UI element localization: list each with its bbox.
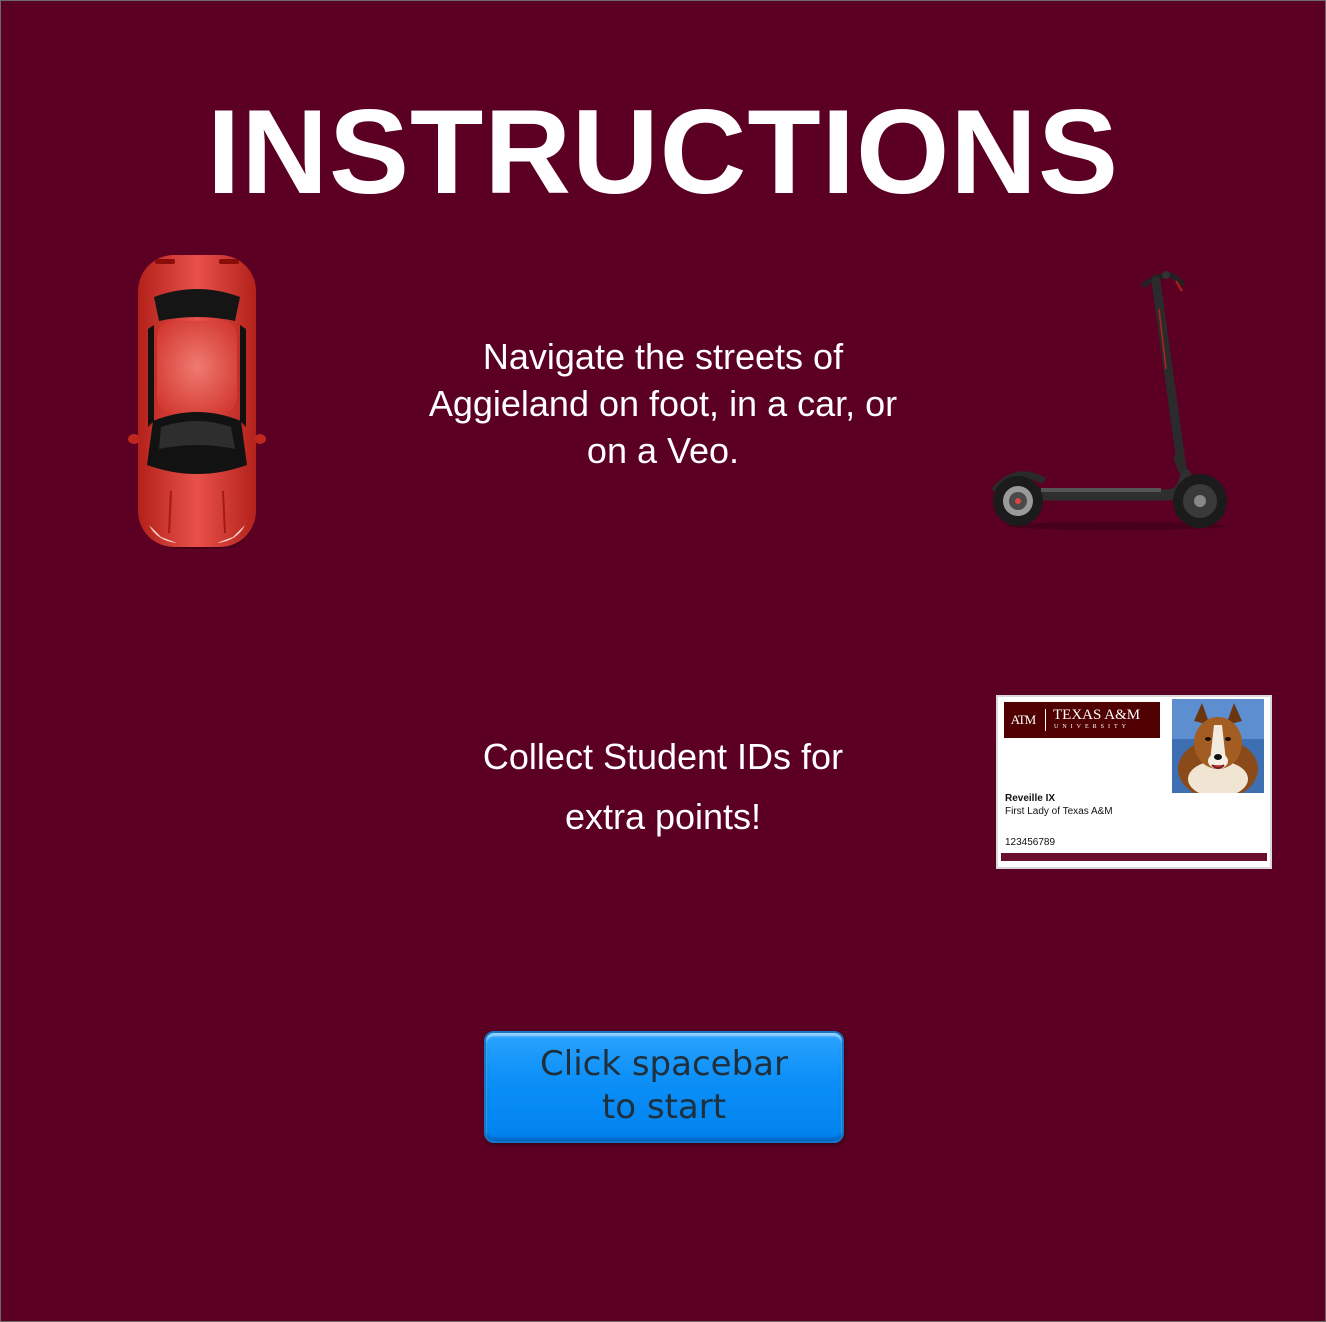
id-stripe	[1001, 853, 1267, 861]
page-title: INSTRUCTIONS	[207, 85, 1119, 219]
instruction-line: on a Veo.	[586, 430, 740, 471]
id-holder-title: First Lady of Texas A&M	[1005, 806, 1113, 817]
instruction-line: Navigate the streets of	[482, 336, 844, 377]
electric-scooter-icon	[991, 271, 1227, 530]
red-car-icon	[128, 255, 266, 549]
university-subtitle: UNIVERSITY	[1054, 724, 1130, 730]
atm-logo-icon: ATM	[1010, 712, 1036, 727]
university-banner: ATM TEXAS A&M UNIVERSITY	[1004, 702, 1160, 738]
id-number: 123456789	[1005, 837, 1056, 848]
instruction-line: extra points!	[564, 796, 762, 837]
navigate-instructions: Navigate the streets of Aggieland on foo…	[383, 333, 943, 474]
instruction-line: Aggieland on foot, in a car, or	[428, 383, 898, 424]
id-holder-name: Reveille IX	[1005, 793, 1056, 804]
instruction-line: Collect Student IDs for	[482, 736, 844, 777]
collect-instructions: Collect Student IDs for extra points!	[383, 727, 943, 847]
start-button[interactable]: Click spacebar to start	[484, 1031, 844, 1143]
student-id-card: ATM TEXAS A&M UNIVERSITY Reveille IX Fir…	[996, 695, 1272, 869]
banner-divider	[1045, 709, 1046, 731]
university-name: TEXAS A&M	[1053, 707, 1141, 723]
collie-dog-photo	[1172, 699, 1264, 793]
start-button-line: to start	[601, 1087, 727, 1127]
game-screen: INSTRUCTIONS Navigate the streets of Agg…	[0, 0, 1326, 1322]
start-button-line: Click spacebar	[540, 1044, 788, 1084]
